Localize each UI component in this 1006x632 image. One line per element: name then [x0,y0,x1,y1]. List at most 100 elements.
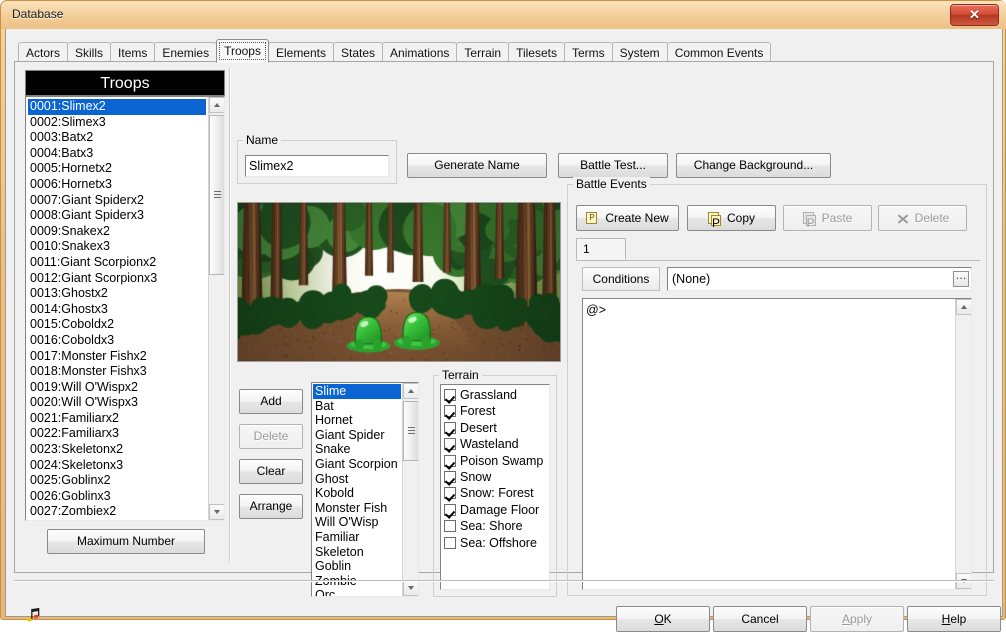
list-item[interactable]: Giant Spider [313,428,401,443]
add-member-button[interactable]: Add [239,389,303,414]
list-item[interactable]: Giant Scorpion [313,457,401,472]
list-item[interactable]: 0006:Hornetx3 [28,177,206,193]
change-background-button[interactable]: Change Background... [676,153,831,178]
checkbox-checked-icon[interactable] [444,438,456,450]
ok-button[interactable]: OK [616,606,710,632]
create-new-event-button[interactable]: P Create New [576,205,679,231]
list-item[interactable]: Goblin [313,559,401,574]
cancel-button[interactable]: Cancel [713,606,807,632]
list-item[interactable]: 0016:Coboldx3 [28,333,206,349]
help-button[interactable]: Help [907,606,1001,632]
terrain-checkbox-row[interactable]: Wasteland [442,436,549,452]
list-item[interactable]: 0011:Giant Scorpionx2 [28,255,206,271]
troop-name-input[interactable] [245,155,389,177]
clear-members-button[interactable]: Clear [239,459,303,484]
tab-terms[interactable]: Terms [564,42,613,63]
troops-listbox[interactable]: 0001:Slimex20002:Slimex30003:Batx20004:B… [25,96,225,521]
scroll-up-arrow-icon[interactable] [956,299,972,315]
arrange-members-button[interactable]: Arrange [239,494,303,519]
terrain-checkbox-row[interactable]: Snow [442,469,549,485]
list-item[interactable]: Skeleton [313,545,401,560]
terrain-listbox[interactable]: GrasslandForestDesertWastelandPoison Swa… [440,384,550,590]
list-item[interactable]: 0008:Giant Spiderx3 [28,208,206,224]
checkbox-checked-icon[interactable] [444,455,456,467]
troop-members-listbox[interactable]: SlimeBatHornetGiant SpiderSnakeGiant Sco… [311,382,419,597]
list-item[interactable]: 0009:Snakex2 [28,224,206,240]
scroll-up-arrow-icon[interactable] [209,97,225,113]
tab-states[interactable]: States [333,42,383,63]
list-item[interactable]: 0015:Coboldx2 [28,317,206,333]
scroll-up-arrow-icon[interactable] [403,383,419,399]
list-item[interactable]: 0017:Monster Fishx2 [28,349,206,365]
conditions-browse-button[interactable]: … [953,271,969,287]
event-page-tab-1[interactable]: 1 [576,238,626,260]
list-item[interactable]: Slime [313,384,401,399]
checkbox-checked-icon[interactable] [444,471,456,483]
scroll-thumb[interactable] [403,401,419,461]
list-item[interactable]: 0021:Familiarx2 [28,411,206,427]
tab-elements[interactable]: Elements [268,42,334,63]
list-item[interactable]: Ghost [313,472,401,487]
tab-animations[interactable]: Animations [382,42,457,63]
list-item[interactable]: 0005:Hornetx2 [28,161,206,177]
list-item[interactable]: Monster Fish [313,501,401,516]
list-item[interactable]: 0014:Ghostx3 [28,302,206,318]
checkbox-unchecked-icon[interactable] [444,537,456,549]
tab-items[interactable]: Items [110,42,155,63]
list-item[interactable]: 0013:Ghostx2 [28,286,206,302]
tab-troops[interactable]: Troops [216,39,269,63]
list-item[interactable]: 0004:Batx3 [28,146,206,162]
tab-terrain[interactable]: Terrain [456,42,509,63]
terrain-checkbox-row[interactable]: Grassland [442,387,549,403]
list-item[interactable]: 0019:Will O'Wispx2 [28,380,206,396]
members-scrollbar[interactable] [402,383,418,596]
list-item[interactable]: Will O'Wisp [313,515,401,530]
tab-enemies[interactable]: Enemies [154,42,217,63]
checkbox-checked-icon[interactable] [444,487,456,499]
list-item[interactable]: 0001:Slimex2 [28,99,206,115]
scroll-down-arrow-icon[interactable] [403,580,419,596]
copy-event-button[interactable]: P Copy [687,205,776,231]
list-item[interactable]: 0018:Monster Fishx3 [28,364,206,380]
battle-test-button[interactable]: Battle Test... [558,153,668,178]
checkbox-unchecked-icon[interactable] [444,520,456,532]
tab-common-events[interactable]: Common Events [667,42,772,63]
maximum-number-button[interactable]: Maximum Number [47,529,205,554]
event-command-list[interactable]: @> [582,298,972,590]
scroll-thumb[interactable] [209,115,225,275]
list-item[interactable]: Familiar [313,530,401,545]
generate-name-button[interactable]: Generate Name [407,153,547,178]
terrain-checkbox-row[interactable]: Damage Floor [442,502,549,518]
terrain-checkbox-row[interactable]: Forest [442,403,549,419]
list-item[interactable]: Snake [313,442,401,457]
tab-actors[interactable]: Actors [18,42,68,63]
conditions-value[interactable]: (None) … [667,267,972,291]
scroll-down-arrow-icon[interactable] [209,504,225,520]
tab-tilesets[interactable]: Tilesets [508,42,565,63]
list-item[interactable]: 0026:Goblinx3 [28,489,206,505]
list-item[interactable]: 0010:Snakex3 [28,239,206,255]
troops-scrollbar[interactable] [208,97,224,520]
terrain-checkbox-row[interactable]: Poison Swamp [442,453,549,469]
checkbox-checked-icon[interactable] [444,405,456,417]
checkbox-checked-icon[interactable] [444,389,456,401]
tab-system[interactable]: System [612,42,668,63]
event-list-scrollbar[interactable] [955,299,971,589]
terrain-checkbox-row[interactable]: Snow: Forest [442,485,549,501]
terrain-checkbox-row[interactable]: Sea: Offshore [442,535,549,551]
checkbox-checked-icon[interactable] [444,504,456,516]
list-item[interactable]: Kobold [313,486,401,501]
list-item[interactable]: Orc [313,588,401,596]
list-item[interactable]: 0023:Skeletonx2 [28,442,206,458]
list-item[interactable]: 0027:Zombiex2 [28,504,206,520]
list-item[interactable]: 0007:Giant Spiderx2 [28,193,206,209]
tab-skills[interactable]: Skills [67,42,111,63]
terrain-checkbox-row[interactable]: Desert [442,420,549,436]
checkbox-checked-icon[interactable] [444,422,456,434]
close-button[interactable]: ✕ [950,4,999,26]
terrain-checkbox-row[interactable]: Sea: Shore [442,518,549,534]
list-item[interactable]: 0012:Giant Scorpionx3 [28,271,206,287]
event-command-line[interactable]: @> [586,302,951,318]
list-item[interactable]: 0003:Batx2 [28,130,206,146]
list-item[interactable]: Bat [313,399,401,414]
